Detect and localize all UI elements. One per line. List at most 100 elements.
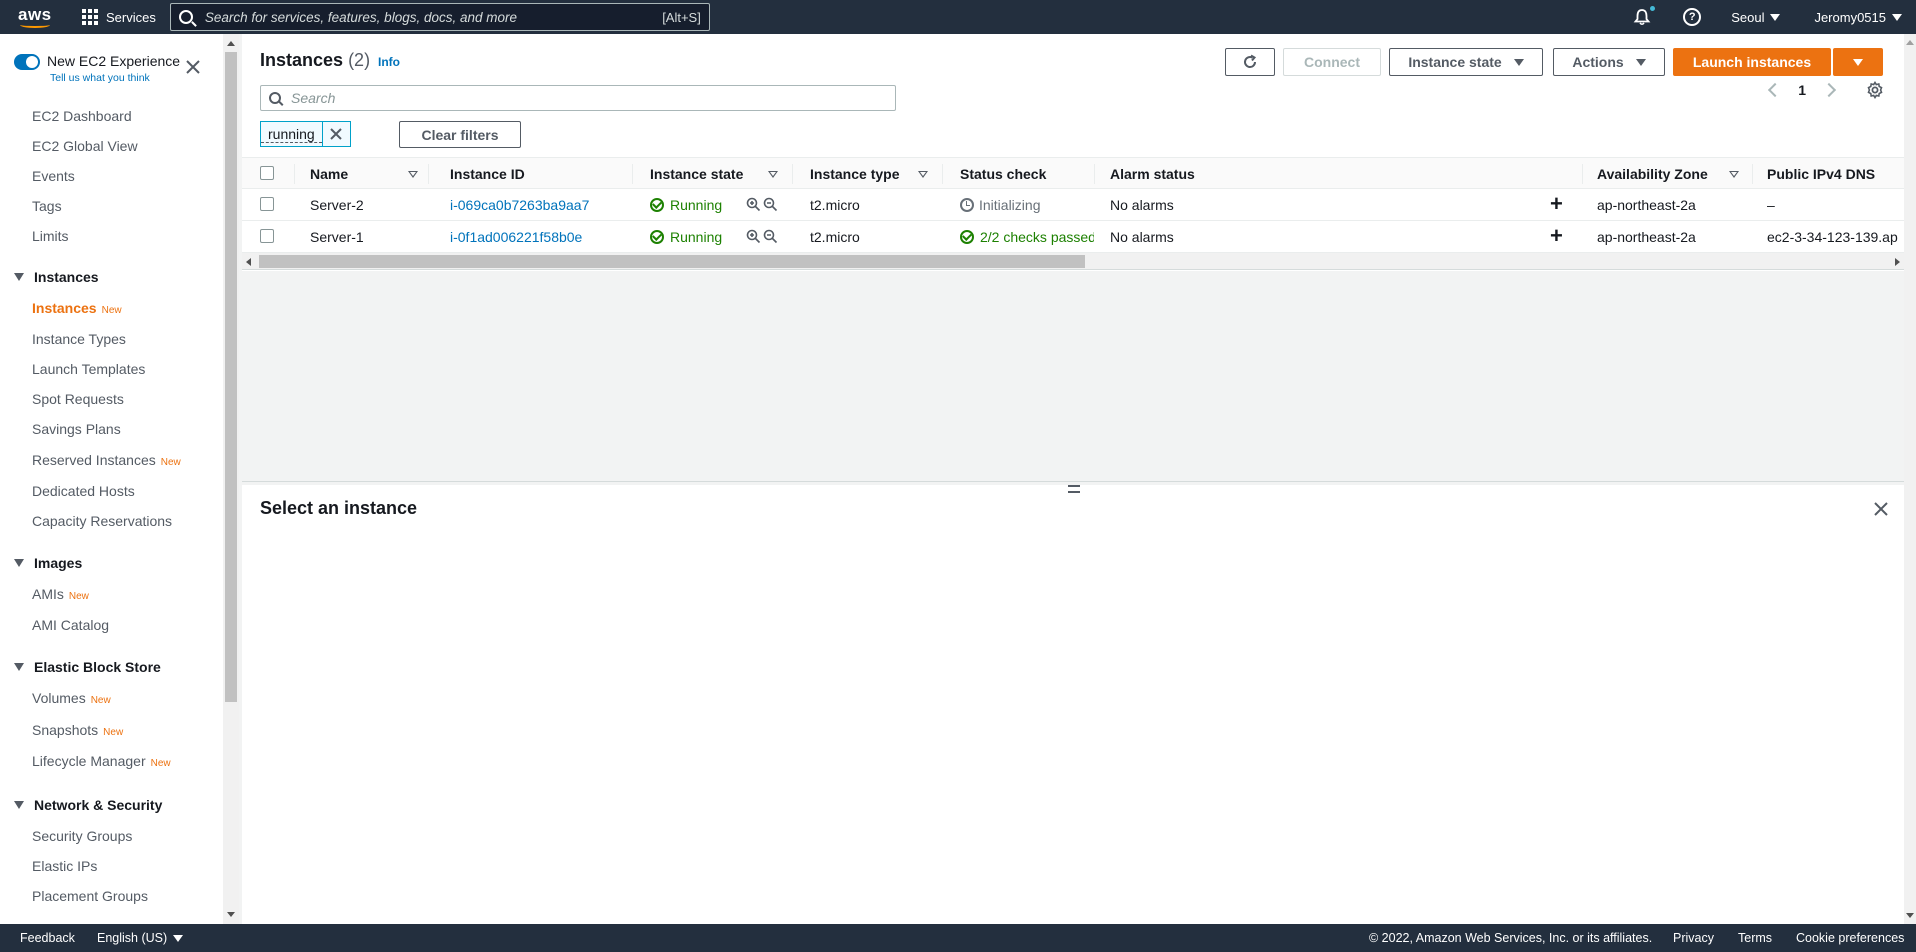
close-icon[interactable] <box>1872 500 1890 518</box>
sidebar-item-instances[interactable]: Instances New <box>32 300 122 316</box>
instance-state-button[interactable]: Instance state <box>1389 48 1543 76</box>
sidebar-item-lifecycle-manager[interactable]: Lifecycle Manager New <box>32 753 171 769</box>
zoom-in-icon[interactable] <box>746 229 761 244</box>
scroll-down-icon[interactable] <box>1906 913 1914 918</box>
scroll-up-icon[interactable] <box>227 41 235 46</box>
add-alarm-plus-icon[interactable]: + <box>1550 225 1563 247</box>
feedback-link[interactable]: Feedback <box>20 931 75 945</box>
region-selector[interactable]: Seoul <box>1731 10 1781 25</box>
zoom-out-icon[interactable] <box>763 197 778 212</box>
table-row[interactable]: Server-2 i-069ca0b7263ba9aa7 Running t2.… <box>242 189 1904 221</box>
filter-triangle-icon[interactable] <box>408 171 418 178</box>
column-header-instance-state[interactable]: Instance state <box>650 166 743 182</box>
sidebar-item-tags[interactable]: Tags <box>32 198 62 214</box>
sidebar-item-launch-templates[interactable]: Launch Templates <box>32 361 145 377</box>
status-label: 2/2 checks passed <box>980 229 1094 245</box>
column-header-name[interactable]: Name <box>310 166 348 182</box>
global-search-input[interactable] <box>204 9 663 25</box>
sidebar-item-placement-groups[interactable]: Placement Groups <box>32 888 148 904</box>
status-check: 2/2 checks passed <box>960 229 1094 245</box>
services-menu-button[interactable]: Services <box>82 9 156 25</box>
info-link[interactable]: Info <box>378 55 400 69</box>
remove-filter-button[interactable] <box>321 122 350 146</box>
column-header-availability-zone[interactable]: Availability Zone <box>1597 166 1708 182</box>
resize-handle-icon[interactable] <box>1068 485 1080 493</box>
terms-link[interactable]: Terms <box>1738 931 1772 945</box>
services-label: Services <box>106 9 156 25</box>
zoom-in-icon[interactable] <box>746 197 761 212</box>
zoom-out-icon[interactable] <box>763 229 778 244</box>
launch-instances-button[interactable]: Launch instances <box>1673 48 1831 76</box>
language-selector[interactable]: English (US) <box>97 931 184 945</box>
sidebar-item-ec2-global-view[interactable]: EC2 Global View <box>32 138 138 154</box>
actions-button[interactable]: Actions <box>1553 48 1665 76</box>
scrollbar-thumb[interactable] <box>225 52 237 702</box>
filter-triangle-icon[interactable] <box>768 171 778 178</box>
row-checkbox[interactable] <box>260 229 274 243</box>
sidebar-item-ec2-dashboard[interactable]: EC2 Dashboard <box>32 108 132 124</box>
sidebar-item-ami-catalog[interactable]: AMI Catalog <box>32 617 109 633</box>
feedback-link[interactable]: Tell us what you think <box>50 72 150 84</box>
instance-id-link[interactable]: i-0f1ad006221f58b0e <box>450 229 582 245</box>
new-experience-toggle[interactable] <box>14 54 40 70</box>
privacy-link[interactable]: Privacy <box>1673 931 1714 945</box>
refresh-button[interactable] <box>1225 48 1275 76</box>
sidebar-item-volumes[interactable]: Volumes New <box>32 690 111 706</box>
chevron-left-icon[interactable] <box>1768 82 1783 98</box>
main-vertical-scrollbar[interactable] <box>1904 34 1916 924</box>
sidebar-item-savings-plans[interactable]: Savings Plans <box>32 421 121 437</box>
launch-options-button[interactable] <box>1833 48 1883 76</box>
table-horizontal-scrollbar[interactable] <box>242 253 1904 270</box>
instance-id-link[interactable]: i-069ca0b7263ba9aa7 <box>450 197 589 213</box>
column-header-alarm-status[interactable]: Alarm status <box>1110 166 1195 182</box>
connect-button[interactable]: Connect <box>1283 48 1381 76</box>
notifications-bell-icon[interactable] <box>1633 6 1656 26</box>
column-header-status-check[interactable]: Status check <box>960 166 1046 182</box>
caret-down-icon <box>1513 58 1524 66</box>
sidebar-item-instance-types[interactable]: Instance Types <box>32 331 126 347</box>
sidebar-item-amis[interactable]: AMIs New <box>32 586 89 602</box>
sidebar-item-elastic-ips[interactable]: Elastic IPs <box>32 858 97 874</box>
scrollbar-thumb[interactable] <box>259 255 1085 268</box>
instance-search-input[interactable] <box>291 90 895 106</box>
sidebar-section-images[interactable]: Images <box>14 555 82 571</box>
filter-triangle-icon[interactable] <box>918 171 928 178</box>
sidebar-section-network-security[interactable]: Network & Security <box>14 797 162 813</box>
page-number[interactable]: 1 <box>1798 82 1806 98</box>
sidebar-item-events[interactable]: Events <box>32 168 75 184</box>
sidebar-section-instances[interactable]: Instances <box>14 269 99 285</box>
scroll-right-icon[interactable] <box>1895 258 1900 266</box>
scroll-down-icon[interactable] <box>227 912 235 917</box>
column-header-instance-type[interactable]: Instance type <box>810 166 899 182</box>
sidebar-section-elastic-block-store[interactable]: Elastic Block Store <box>14 659 161 675</box>
add-alarm-plus-icon[interactable]: + <box>1550 193 1563 215</box>
row-checkbox[interactable] <box>260 197 274 211</box>
filter-triangle-icon[interactable] <box>1729 171 1739 178</box>
sidebar-scrollbar[interactable] <box>223 34 239 924</box>
instance-search[interactable] <box>260 85 896 111</box>
account-menu[interactable]: Jeromy0515 <box>1814 10 1902 25</box>
clear-filters-button[interactable]: Clear filters <box>399 121 521 148</box>
scroll-up-icon[interactable] <box>1906 40 1914 45</box>
sidebar-item-reserved-instances[interactable]: Reserved Instances New <box>32 452 181 468</box>
select-all-checkbox[interactable] <box>260 166 274 180</box>
column-header-instance-id[interactable]: Instance ID <box>450 166 525 182</box>
close-icon[interactable] <box>184 58 202 76</box>
sidebar-item-security-groups[interactable]: Security Groups <box>32 828 132 844</box>
new-badge: New <box>150 758 171 769</box>
column-header-public-ipv4-dns[interactable]: Public IPv4 DNS <box>1767 166 1875 182</box>
sidebar-item-limits[interactable]: Limits <box>32 228 69 244</box>
table-row[interactable]: Server-1 i-0f1ad006221f58b0e Running t2.… <box>242 221 1904 253</box>
scroll-left-icon[interactable] <box>246 258 251 266</box>
help-icon[interactable]: ? <box>1683 8 1702 26</box>
gear-icon[interactable] <box>1866 81 1884 99</box>
sidebar-item-dedicated-hosts[interactable]: Dedicated Hosts <box>32 483 135 499</box>
sidebar-item-spot-requests[interactable]: Spot Requests <box>32 391 124 407</box>
global-search-bar[interactable]: [Alt+S] <box>169 3 710 31</box>
filter-token-value[interactable]: running <box>261 126 322 143</box>
sidebar-item-capacity-reservations[interactable]: Capacity Reservations <box>32 513 172 529</box>
cookie-preferences-link[interactable]: Cookie preferences <box>1796 931 1904 945</box>
chevron-right-icon[interactable] <box>1821 82 1837 98</box>
aws-logo[interactable]: aws <box>14 0 62 34</box>
sidebar-item-snapshots[interactable]: Snapshots New <box>32 722 123 738</box>
